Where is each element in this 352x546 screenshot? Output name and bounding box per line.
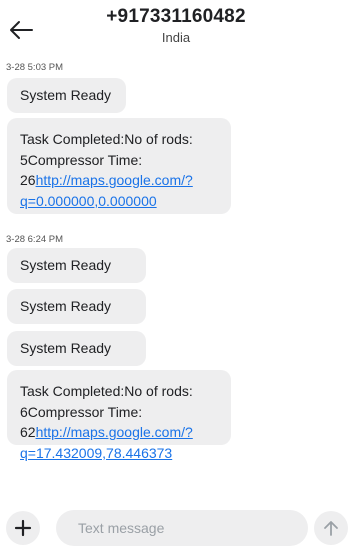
message-link[interactable]: q=17.432009,78.446373 (20, 443, 218, 464)
message-text: System Ready (20, 257, 112, 273)
plus-icon[interactable] (6, 511, 40, 545)
message-text-line: 26http://maps.google.com/? (20, 170, 218, 191)
message-bubble[interactable]: System Ready (7, 248, 146, 283)
message-text-line: 5Compressor Time: (20, 151, 143, 168)
message-text: System Ready (20, 87, 112, 103)
message-text-prefix: 26 (20, 172, 36, 188)
arrow-up-icon[interactable] (314, 511, 348, 545)
message-timestamp: 3-28 6:24 PM (6, 234, 64, 245)
message-text-line: Task Completed:No of rods: (20, 383, 193, 399)
message-link[interactable]: http://maps.google.com/? (36, 424, 193, 440)
message-text-line: Task Completed:No of rods: (20, 131, 193, 147)
conversation-header: +917331160482 India (0, 0, 352, 52)
message-text-prefix: 62 (20, 424, 36, 440)
contact-country: India (161, 30, 191, 45)
message-bubble[interactable]: Task Completed:No of rods: 6Compressor T… (7, 370, 231, 461)
contact-phone-number[interactable]: +917331160482 (0, 6, 352, 28)
message-bubble[interactable]: Task Completed:No of rods: 5Compressor T… (7, 118, 231, 214)
message-text-line: 6Compressor Time: (20, 403, 143, 420)
message-bubble[interactable]: System Ready (7, 78, 126, 113)
message-bubble[interactable]: System Ready (7, 289, 146, 324)
message-timestamp: 3-28 5:03 PM (6, 62, 64, 73)
message-composer (0, 508, 352, 546)
message-link[interactable]: q=0.000000,0.000000 (20, 191, 218, 212)
message-text: System Ready (20, 340, 112, 356)
message-text: System Ready (20, 298, 112, 314)
message-bubble[interactable]: System Ready (7, 331, 146, 366)
message-text-line: 62http://maps.google.com/? (20, 422, 218, 443)
message-input[interactable] (56, 510, 308, 546)
message-link[interactable]: http://maps.google.com/? (36, 172, 193, 188)
